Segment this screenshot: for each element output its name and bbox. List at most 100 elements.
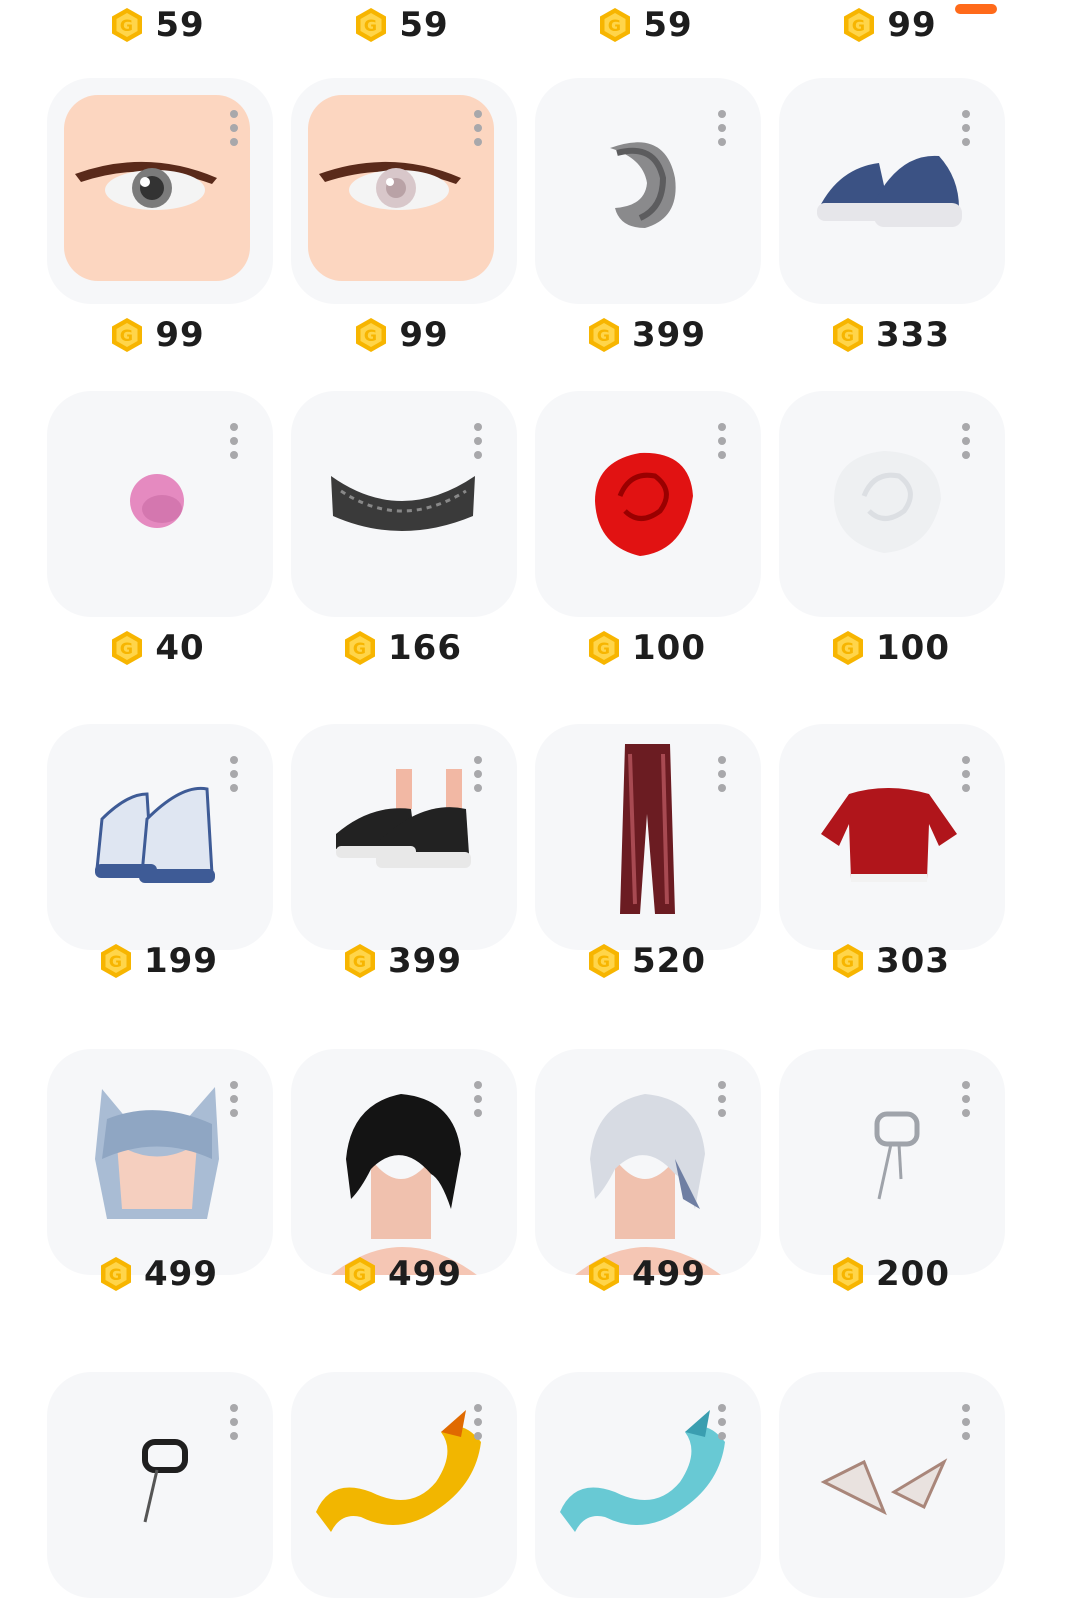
more-options-icon[interactable] bbox=[473, 110, 483, 158]
item-card[interactable] bbox=[47, 391, 273, 617]
more-options-icon[interactable] bbox=[717, 1081, 727, 1129]
coin-icon: G bbox=[101, 944, 132, 978]
more-options-icon[interactable] bbox=[961, 756, 971, 804]
item-card[interactable] bbox=[47, 78, 273, 304]
red-pants-icon bbox=[620, 744, 675, 914]
item-card[interactable] bbox=[535, 78, 761, 304]
coin-icon: G bbox=[112, 8, 143, 42]
more-options-icon[interactable] bbox=[473, 423, 483, 471]
white-rose-icon bbox=[834, 451, 941, 553]
more-options-icon[interactable] bbox=[717, 110, 727, 158]
item-card[interactable] bbox=[291, 1372, 517, 1598]
price-value: 99 bbox=[887, 5, 937, 45]
coin-icon: G bbox=[112, 631, 143, 665]
svg-text:G: G bbox=[353, 1265, 367, 1284]
price-value: 399 bbox=[388, 941, 462, 981]
price-value: 499 bbox=[388, 1254, 462, 1294]
price-value: 99 bbox=[155, 315, 205, 355]
price-value: 499 bbox=[144, 1254, 218, 1294]
price-value: 399 bbox=[632, 315, 706, 355]
more-options-icon[interactable] bbox=[961, 1404, 971, 1452]
price-value: 333 bbox=[876, 315, 950, 355]
price-value: 166 bbox=[388, 628, 462, 668]
price-value: 100 bbox=[876, 628, 950, 668]
svg-text:G: G bbox=[597, 326, 611, 345]
price-label: G 99 bbox=[843, 0, 937, 50]
price-label: G 499 bbox=[345, 1249, 462, 1299]
svg-text:G: G bbox=[597, 952, 611, 971]
price-label: G 520 bbox=[589, 936, 705, 986]
white-hair-icon bbox=[575, 1094, 721, 1275]
price-label: G 100 bbox=[833, 623, 950, 673]
svg-text:G: G bbox=[120, 326, 134, 345]
svg-text:G: G bbox=[597, 639, 611, 658]
price-label: G 100 bbox=[589, 623, 706, 673]
svg-text:G: G bbox=[364, 326, 378, 345]
item-card[interactable] bbox=[535, 724, 761, 950]
more-options-icon[interactable] bbox=[717, 423, 727, 471]
high-top-sneakers-icon bbox=[95, 786, 215, 883]
item-card[interactable] bbox=[779, 1372, 1005, 1598]
coin-icon: G bbox=[345, 944, 376, 978]
red-rose-icon bbox=[595, 452, 693, 556]
coin-icon: G bbox=[112, 318, 143, 352]
svg-text:G: G bbox=[120, 639, 134, 658]
item-card[interactable] bbox=[291, 1049, 517, 1275]
more-options-icon[interactable] bbox=[473, 1081, 483, 1129]
svg-text:G: G bbox=[120, 16, 134, 35]
coin-icon: G bbox=[844, 8, 875, 42]
item-card[interactable] bbox=[535, 1372, 761, 1598]
more-options-icon[interactable] bbox=[229, 423, 239, 471]
more-options-icon[interactable] bbox=[473, 1404, 483, 1452]
item-card[interactable] bbox=[535, 391, 761, 617]
price-label: G 59 bbox=[355, 0, 449, 50]
svg-text:G: G bbox=[608, 16, 622, 35]
svg-text:G: G bbox=[841, 1265, 855, 1284]
price-label: G 303 bbox=[833, 936, 950, 986]
more-options-icon[interactable] bbox=[473, 756, 483, 804]
more-options-icon[interactable] bbox=[717, 756, 727, 804]
coin-icon: G bbox=[356, 8, 387, 42]
item-card[interactable] bbox=[47, 1372, 273, 1598]
item-card[interactable] bbox=[779, 1049, 1005, 1275]
coin-icon: G bbox=[600, 8, 631, 42]
golden-dragon-icon bbox=[316, 1410, 481, 1532]
eyes-item-icon bbox=[64, 95, 250, 281]
price-value: 59 bbox=[399, 5, 449, 45]
more-options-icon[interactable] bbox=[717, 1404, 727, 1452]
item-card[interactable] bbox=[779, 391, 1005, 617]
item-card[interactable] bbox=[47, 1049, 273, 1275]
price-label: G 59 bbox=[111, 0, 204, 50]
more-options-icon[interactable] bbox=[229, 110, 239, 158]
more-options-icon[interactable] bbox=[961, 423, 971, 471]
item-card[interactable] bbox=[291, 391, 517, 617]
price-label: G 99 bbox=[111, 310, 205, 360]
item-card[interactable] bbox=[47, 724, 273, 950]
more-options-icon[interactable] bbox=[229, 1081, 239, 1129]
item-card[interactable] bbox=[779, 78, 1005, 304]
item-card[interactable] bbox=[779, 724, 1005, 950]
price-value: 40 bbox=[155, 628, 205, 668]
price-label: G 99 bbox=[355, 310, 449, 360]
more-options-icon[interactable] bbox=[961, 1081, 971, 1129]
white-ears-icon bbox=[820, 1458, 948, 1516]
price-label: G 40 bbox=[111, 623, 205, 673]
price-value: 303 bbox=[876, 941, 950, 981]
item-card[interactable] bbox=[291, 724, 517, 950]
red-hoodie-icon bbox=[821, 788, 957, 882]
coin-icon: G bbox=[345, 1257, 376, 1291]
black-hair-icon bbox=[331, 1094, 477, 1275]
chain-earring-icon bbox=[874, 1111, 920, 1200]
more-options-icon[interactable] bbox=[961, 110, 971, 158]
more-options-icon[interactable] bbox=[229, 1404, 239, 1452]
svg-text:G: G bbox=[109, 1265, 123, 1284]
coin-icon: G bbox=[356, 318, 387, 352]
svg-text:G: G bbox=[364, 16, 378, 35]
price-value: 99 bbox=[399, 315, 449, 355]
price-label: G 200 bbox=[833, 1249, 949, 1299]
item-card[interactable] bbox=[535, 1049, 761, 1275]
svg-text:G: G bbox=[353, 952, 367, 971]
more-options-icon[interactable] bbox=[229, 756, 239, 804]
item-card[interactable] bbox=[291, 78, 517, 304]
price-value: 100 bbox=[632, 628, 706, 668]
